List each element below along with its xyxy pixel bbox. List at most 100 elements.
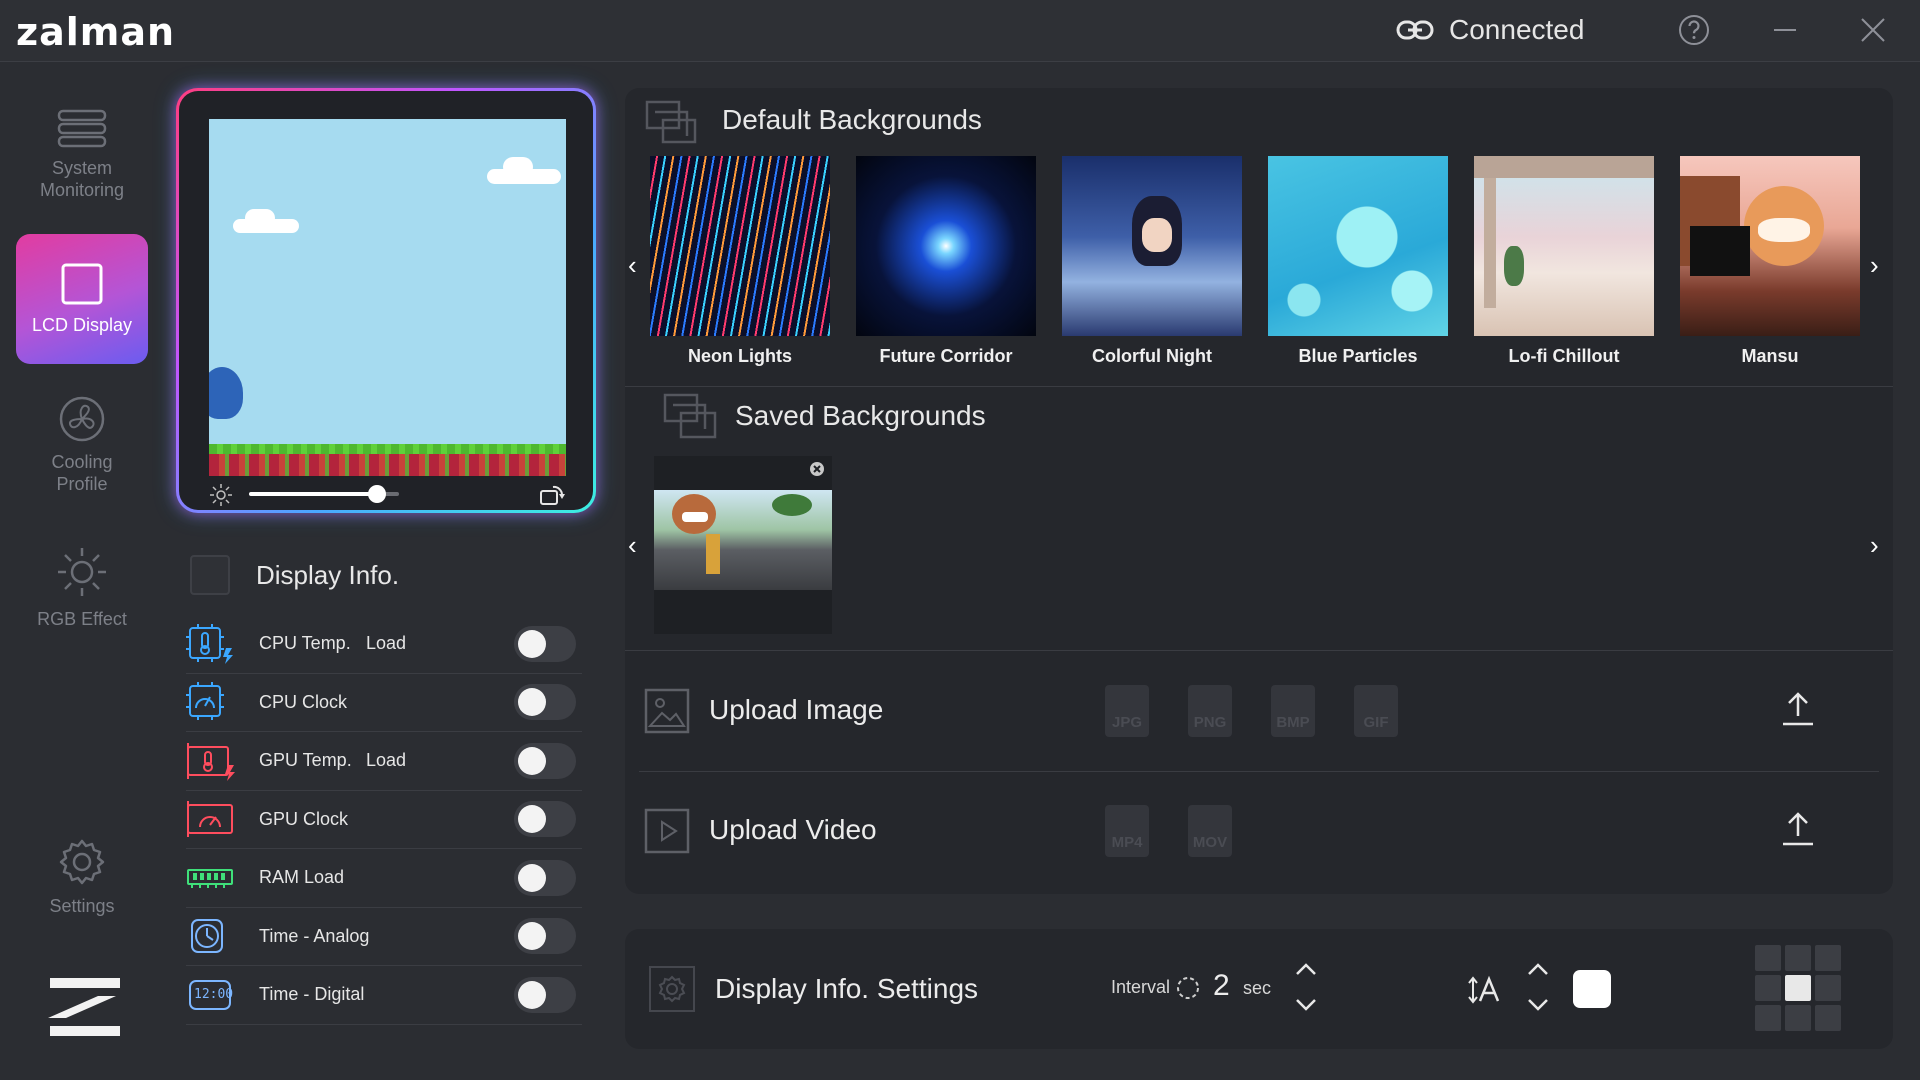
help-button[interactable]: [1674, 10, 1714, 50]
position-top-center[interactable]: [1785, 945, 1811, 971]
cpu-clock-toggle[interactable]: [514, 684, 576, 721]
background-thumb-future-corridor[interactable]: Future Corridor: [856, 156, 1036, 367]
video-icon: [644, 808, 690, 854]
format-badge-mp4: MP4: [1105, 805, 1149, 857]
system-monitoring-icon: [57, 109, 107, 148]
info-row-label: CPU Clock: [259, 691, 348, 712]
upload-image-title: Upload Image: [709, 694, 884, 725]
divider: [639, 771, 1879, 772]
info-row-time-analog: Time - Analog: [186, 908, 582, 966]
position-middle-right[interactable]: [1815, 975, 1841, 1001]
cpu-temp-icon: [186, 623, 233, 664]
display-info-checkbox[interactable]: [190, 555, 230, 595]
gpu-temp-toggle[interactable]: [514, 742, 576, 779]
chevron-up-icon[interactable]: [1523, 959, 1553, 979]
format-badge-png: PNG: [1188, 685, 1232, 737]
connection-status-text: Connected: [1449, 14, 1585, 45]
ram-icon: [187, 868, 233, 888]
thumb-caption: Lo-fi Chillout: [1508, 346, 1620, 366]
default-backgrounds-title: Default Backgrounds: [722, 104, 982, 135]
time-analog-toggle[interactable]: [514, 918, 576, 955]
display-info-title: Display Info.: [256, 559, 400, 590]
info-row-sublabel: Load: [366, 633, 407, 654]
title-bar: zalman Connected: [0, 0, 1920, 62]
thumb-caption: Neon Lights: [688, 346, 792, 366]
brightness-slider-handle[interactable]: [367, 485, 386, 503]
background-thumb-blue-particles[interactable]: Blue Particles: [1268, 156, 1448, 367]
display-info-list: CPU Temp. Load CPU Clock GPU Temp. Load …: [186, 615, 582, 1025]
brand-mark: [20, 972, 144, 1042]
future-corridor-image: [856, 156, 1036, 336]
lcd-preview-screen: [209, 119, 566, 476]
info-row-label: Time - Analog: [259, 925, 370, 946]
lofi-chillout-image: [1474, 156, 1654, 336]
character-sprite: [209, 367, 243, 419]
interval-stepper[interactable]: [1291, 959, 1321, 1019]
position-middle-left[interactable]: [1755, 975, 1781, 1001]
saved-next-button[interactable]: ›: [1870, 530, 1879, 561]
gpu-clock-toggle[interactable]: [514, 801, 576, 838]
upload-video-title: Upload Video: [709, 814, 877, 845]
divider: [625, 386, 1893, 387]
colorful-night-image: [1062, 156, 1242, 336]
sidebar-item-settings[interactable]: Settings: [16, 812, 148, 942]
upload-icon: [1783, 692, 1813, 726]
close-button[interactable]: [1853, 10, 1893, 50]
saved-gallery-icon: [663, 393, 717, 439]
info-row-label: CPU Temp.: [259, 633, 351, 654]
saved-background-thumb[interactable]: [654, 456, 832, 634]
sidebar-item-label: RGB Effect: [37, 609, 127, 629]
font-size-stepper[interactable]: [1523, 959, 1553, 1019]
info-row-label: GPU Clock: [259, 808, 349, 829]
saved-prev-button[interactable]: ‹: [628, 530, 637, 561]
chevron-down-icon[interactable]: [1523, 995, 1553, 1015]
display-info-settings: Display Info. Settings Interval 2 sec: [625, 929, 1893, 1049]
sidebar-item-rgb-effect[interactable]: RGB Effect: [16, 522, 148, 652]
gpu-clock-icon: [187, 801, 233, 838]
info-row-cpu-clock: CPU Clock: [186, 674, 582, 732]
sidebar-item-system-monitoring[interactable]: System Monitoring: [16, 90, 148, 220]
position-top-right[interactable]: [1815, 945, 1841, 971]
text-color-swatch[interactable]: [1573, 970, 1611, 1008]
lcd-preview: [176, 88, 596, 513]
position-grid: [1755, 945, 1843, 1033]
background-thumb-lofi-chillout[interactable]: Lo-fi Chillout: [1474, 156, 1654, 367]
time-digital-toggle[interactable]: [514, 976, 576, 1013]
chevron-down-icon[interactable]: [1291, 995, 1321, 1015]
default-prev-button[interactable]: ‹: [628, 250, 637, 281]
background-thumb-mansu[interactable]: Mansu: [1680, 156, 1860, 367]
ram-load-toggle[interactable]: [514, 859, 576, 896]
upload-video-button[interactable]: [1778, 808, 1818, 848]
sidebar-item-label: System Monitoring: [39, 158, 125, 200]
position-top-left[interactable]: [1755, 945, 1781, 971]
rotate-screen-icon[interactable]: [539, 483, 565, 507]
cpu-temp-toggle[interactable]: [514, 625, 576, 662]
sidebar-item-cooling-profile[interactable]: Cooling Profile: [16, 380, 148, 510]
connection-status: Connected: [1395, 14, 1584, 46]
brightness-icon: [210, 484, 232, 506]
minimize-button[interactable]: [1765, 10, 1805, 50]
default-next-button[interactable]: ›: [1870, 250, 1879, 281]
position-middle-center[interactable]: [1785, 975, 1811, 1001]
position-bottom-center[interactable]: [1785, 1005, 1811, 1031]
clock-digital-icon-text: 12:00: [194, 986, 234, 1002]
background-thumb-colorful-night[interactable]: Colorful Night: [1062, 156, 1242, 367]
sidebar-item-lcd-display[interactable]: LCD Display: [16, 234, 148, 364]
position-bottom-right[interactable]: [1815, 1005, 1841, 1031]
background-thumb-neon-lights[interactable]: Neon Lights: [650, 156, 830, 367]
zalman-logo: zalman: [16, 10, 176, 54]
chevron-up-icon[interactable]: [1291, 959, 1321, 979]
position-bottom-left[interactable]: [1755, 1005, 1781, 1031]
refresh-icon: [1177, 977, 1199, 999]
upload-icon: [1783, 812, 1813, 846]
upload-image-button[interactable]: [1778, 688, 1818, 728]
cloud: [245, 209, 275, 227]
thumb-caption: Colorful Night: [1092, 346, 1212, 366]
thumb-caption: Mansu: [1741, 346, 1799, 366]
zalman-z-icon: [48, 978, 120, 1036]
sidebar-item-label: Settings: [49, 896, 115, 916]
saved-backgrounds-title: Saved Backgrounds: [735, 400, 986, 431]
brightness-control: [209, 483, 566, 507]
info-row-time-digital: 12:00 Time - Digital: [186, 966, 582, 1025]
remove-saved-icon[interactable]: [809, 461, 825, 477]
